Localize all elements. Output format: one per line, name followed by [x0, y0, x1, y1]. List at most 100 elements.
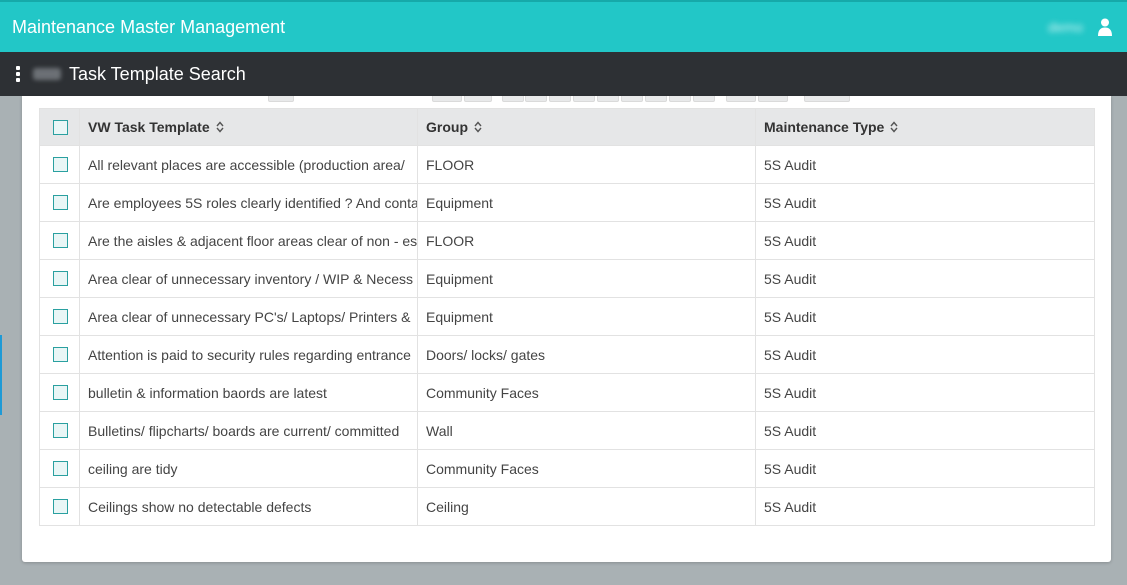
results-card: VW Task Template Group Maintenance Type …	[22, 96, 1111, 562]
template-cell[interactable]: ceiling are tidy	[79, 449, 418, 488]
pager-control[interactable]	[645, 96, 667, 102]
user-icon[interactable]	[1097, 18, 1113, 36]
group-cell: Ceiling	[417, 487, 756, 526]
table-row[interactable]: Are the aisles & adjacent floor areas cl…	[39, 221, 1095, 260]
template-cell[interactable]: Bulletins/ flipcharts/ boards are curren…	[79, 411, 418, 450]
table-header-row: VW Task Template Group Maintenance Type	[39, 108, 1095, 146]
group-cell: Community Faces	[417, 449, 756, 488]
table-row[interactable]: bulletin & information baords are latest…	[39, 373, 1095, 412]
group-cell: Equipment	[417, 183, 756, 222]
sort-icon[interactable]	[216, 121, 224, 133]
row-select-cell	[39, 145, 80, 184]
row-checkbox[interactable]	[53, 347, 68, 362]
table-row[interactable]: Area clear of unnecessary inventory / WI…	[39, 259, 1095, 298]
pager-control[interactable]	[693, 96, 715, 102]
table-row[interactable]: ceiling are tidy Community Faces 5S Audi…	[39, 449, 1095, 488]
pager-control[interactable]	[525, 96, 547, 102]
row-checkbox[interactable]	[53, 423, 68, 438]
sort-icon[interactable]	[890, 121, 898, 133]
table-row[interactable]: Area clear of unnecessary PC's/ Laptops/…	[39, 297, 1095, 336]
column-header-group[interactable]: Group	[417, 108, 756, 146]
select-all-checkbox[interactable]	[53, 119, 68, 135]
pager-control[interactable]	[758, 96, 788, 102]
task-template-table: VW Task Template Group Maintenance Type …	[39, 108, 1095, 526]
maintenance-type-cell: 5S Audit	[755, 335, 1095, 374]
table-row[interactable]: Are employees 5S roles clearly identifie…	[39, 183, 1095, 222]
pager-control[interactable]	[464, 96, 492, 102]
table-row[interactable]: Ceilings show no detectable defects Ceil…	[39, 487, 1095, 526]
template-cell[interactable]: Ceilings show no detectable defects	[79, 487, 418, 526]
pager-control[interactable]	[804, 96, 850, 102]
template-cell[interactable]: Area clear of unnecessary PC's/ Laptops/…	[79, 297, 418, 336]
app-header: Maintenance Master Management demo	[0, 0, 1127, 52]
row-select-cell	[39, 297, 80, 336]
template-cell[interactable]: bulletin & information baords are latest	[79, 373, 418, 412]
row-select-cell	[39, 259, 80, 298]
group-cell: Equipment	[417, 259, 756, 298]
row-select-cell	[39, 183, 80, 222]
row-checkbox[interactable]	[53, 157, 68, 172]
maintenance-type-cell: 5S Audit	[755, 411, 1095, 450]
scroll-edge-indicator	[0, 335, 2, 415]
column-header-label: VW Task Template	[88, 119, 210, 135]
table-row[interactable]: All relevant places are accessible (prod…	[39, 145, 1095, 184]
kebab-menu-icon[interactable]	[16, 66, 21, 82]
template-cell[interactable]: Area clear of unnecessary inventory / WI…	[79, 259, 418, 298]
pager-control[interactable]	[726, 96, 756, 102]
pager-control[interactable]	[573, 96, 595, 102]
app-title: Maintenance Master Management	[12, 16, 286, 37]
group-cell: Wall	[417, 411, 756, 450]
row-checkbox[interactable]	[53, 195, 68, 210]
pager-control[interactable]	[268, 96, 294, 102]
breadcrumb-redacted	[33, 68, 61, 80]
row-checkbox[interactable]	[53, 309, 68, 324]
pager-control[interactable]	[621, 96, 643, 102]
row-select-cell	[39, 449, 80, 488]
pagination-strip	[22, 96, 1111, 108]
maintenance-type-cell: 5S Audit	[755, 221, 1095, 260]
row-select-cell	[39, 487, 80, 526]
row-select-cell	[39, 411, 80, 450]
maintenance-type-cell: 5S Audit	[755, 183, 1095, 222]
table-row[interactable]: Attention is paid to security rules rega…	[39, 335, 1095, 374]
row-select-cell	[39, 221, 80, 260]
maintenance-type-cell: 5S Audit	[755, 373, 1095, 412]
group-cell: Equipment	[417, 297, 756, 336]
template-cell[interactable]: Attention is paid to security rules rega…	[79, 335, 418, 374]
column-header-maintenance-type[interactable]: Maintenance Type	[755, 108, 1095, 146]
row-checkbox[interactable]	[53, 461, 68, 476]
row-checkbox[interactable]	[53, 385, 68, 400]
template-cell[interactable]: All relevant places are accessible (prod…	[79, 145, 418, 184]
pager-control[interactable]	[432, 96, 462, 102]
row-checkbox[interactable]	[53, 499, 68, 514]
maintenance-type-cell: 5S Audit	[755, 297, 1095, 336]
select-all-cell	[39, 108, 80, 146]
pager-control[interactable]	[502, 96, 524, 102]
column-header-label: Group	[426, 119, 468, 135]
maintenance-type-cell: 5S Audit	[755, 259, 1095, 298]
page-title: Task Template Search	[69, 63, 246, 84]
page-header: Task Template Search	[0, 52, 1127, 96]
group-cell: FLOOR	[417, 145, 756, 184]
maintenance-type-cell: 5S Audit	[755, 145, 1095, 184]
column-header-label: Maintenance Type	[764, 119, 885, 135]
group-cell: Doors/ locks/ gates	[417, 335, 756, 374]
user-area[interactable]: demo	[1048, 18, 1113, 36]
template-cell[interactable]: Are employees 5S roles clearly identifie…	[79, 183, 418, 222]
group-cell: FLOOR	[417, 221, 756, 260]
pager-control[interactable]	[549, 96, 571, 102]
row-checkbox[interactable]	[53, 233, 68, 248]
username[interactable]: demo	[1048, 19, 1083, 35]
row-checkbox[interactable]	[53, 271, 68, 286]
group-cell: Community Faces	[417, 373, 756, 412]
row-select-cell	[39, 335, 80, 374]
maintenance-type-cell: 5S Audit	[755, 487, 1095, 526]
sort-icon[interactable]	[474, 121, 482, 133]
pager-control[interactable]	[669, 96, 691, 102]
column-header-template[interactable]: VW Task Template	[79, 108, 418, 146]
template-cell[interactable]: Are the aisles & adjacent floor areas cl…	[79, 221, 418, 260]
pager-control[interactable]	[597, 96, 619, 102]
table-row[interactable]: Bulletins/ flipcharts/ boards are curren…	[39, 411, 1095, 450]
maintenance-type-cell: 5S Audit	[755, 449, 1095, 488]
row-select-cell	[39, 373, 80, 412]
